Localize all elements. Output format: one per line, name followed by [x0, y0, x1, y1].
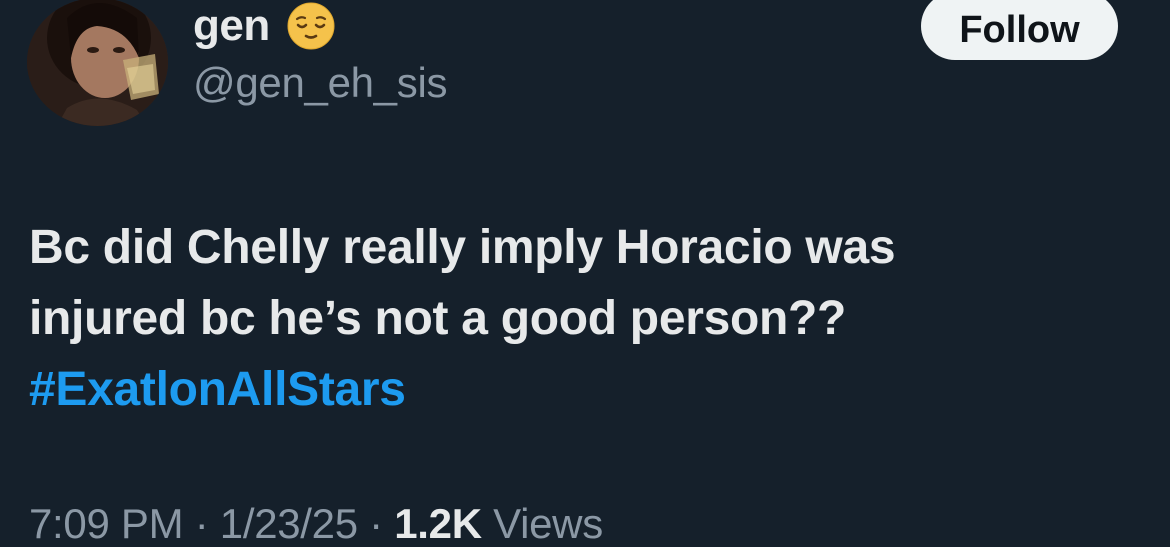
user-handle[interactable]: @gen_eh_sis: [193, 62, 447, 104]
avatar-image: [27, 0, 168, 126]
follow-button[interactable]: Follow: [921, 0, 1118, 60]
hashtag-link[interactable]: #ExatlonAllStars: [29, 354, 1129, 425]
relieved-face-emoji-icon: [287, 2, 335, 50]
tweet-text-line-2: injured bc he’s not a good person??: [29, 292, 847, 345]
views-label: Views: [493, 500, 603, 547]
tweet-time[interactable]: 7:09 PM: [29, 500, 184, 547]
avatar[interactable]: [27, 0, 168, 126]
display-name-row: gen: [193, 0, 336, 52]
tweet-container: gen @gen_eh_sis Follow Bc did Chelly rea…: [0, 0, 1170, 547]
display-name[interactable]: gen: [193, 4, 270, 48]
tweet-text-line-1: Bc did Chelly really imply Horacio was: [29, 221, 896, 274]
meta-separator: ·: [194, 500, 209, 547]
tweet-meta: 7:09 PM · 1/23/25 · 1.2K Views: [29, 503, 603, 545]
meta-separator: ·: [369, 500, 383, 547]
views-count: 1.2K: [394, 500, 482, 547]
tweet-date[interactable]: 1/23/25: [220, 500, 358, 547]
tweet-text: Bc did Chelly really imply Horacio was i…: [29, 212, 1129, 425]
